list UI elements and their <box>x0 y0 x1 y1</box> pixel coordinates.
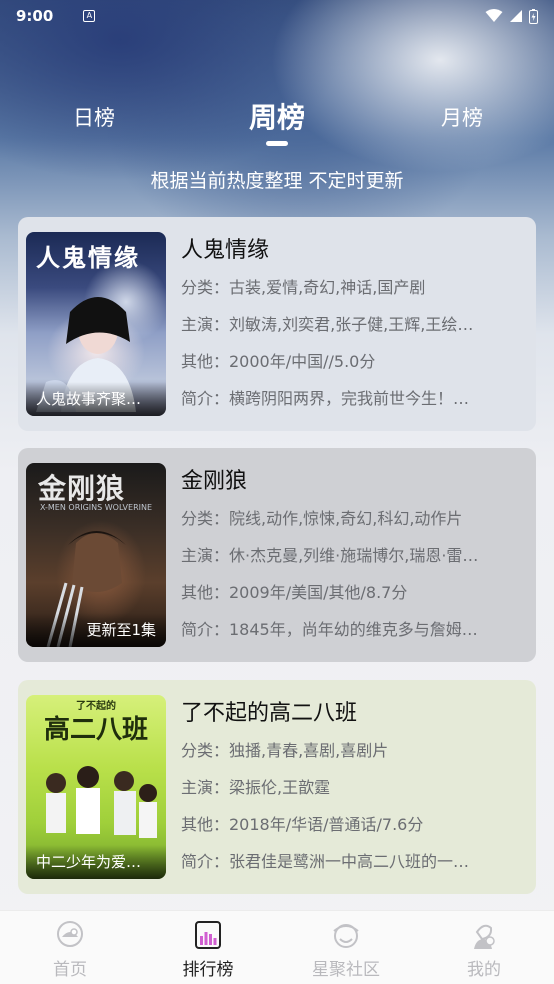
poster-subtitle: X-MEN ORIGINS WOLVERINE <box>39 503 153 512</box>
poster-title: 人鬼情缘 <box>36 243 140 272</box>
item-other: 其他：2009年/美国/其他/8.7分 <box>181 583 408 602</box>
item-intro: 简介：张君佳是鹭洲一中高二八班的一… <box>181 852 470 871</box>
ranking-card[interactable]: 了不起的 高二八班 中二少年为爱… 了不起的高二八班 分类：独播,青春,喜剧,喜… <box>18 680 536 894</box>
item-intro: 简介：1845年，尚年幼的维克多与詹姆… <box>181 620 478 639</box>
signal-icon <box>510 10 522 22</box>
ranking-subtitle: 根据当前热度整理 不定时更新 <box>150 170 404 192</box>
poster-caption: 中二少年为爱… <box>26 845 166 879</box>
status-time: 9:00 <box>16 7 54 25</box>
nav-community-label: 星聚社区 <box>312 960 380 980</box>
poster-image[interactable]: 金刚狼 X-MEN ORIGINS WOLVERINE 更新至1集 <box>26 463 166 647</box>
community-icon <box>333 924 359 948</box>
poster-title: 金刚狼 <box>38 472 126 505</box>
item-other: 其他：2000年/中国//5.0分 <box>181 352 376 371</box>
ranking-card[interactable]: 人鬼情缘 人鬼故事齐聚… 人鬼情缘 分类：古装,爱情,奇幻,神话,国产剧 主演：… <box>18 217 536 431</box>
item-category: 分类：院线,动作,惊悚,奇幻,科幻,动作片 <box>181 509 463 528</box>
nav-home[interactable]: 首页 <box>10 919 130 980</box>
status-bar: 9:00 A <box>0 0 554 32</box>
item-cast: 主演：刘敏涛,刘奕君,张子健,王辉,王绘… <box>181 315 474 334</box>
poster-image[interactable]: 了不起的 高二八班 中二少年为爱… <box>26 695 166 879</box>
ranking-card[interactable]: 金刚狼 X-MEN ORIGINS WOLVERINE 更新至1集 金刚狼 分类… <box>18 448 536 662</box>
poster-title: 高二八班 <box>43 715 148 745</box>
tab-weekly[interactable]: 周榜 <box>227 96 327 136</box>
nav-profile[interactable]: 我的 <box>424 919 544 980</box>
item-title[interactable]: 人鬼情缘 <box>181 233 521 269</box>
battery-icon <box>529 8 538 24</box>
item-info: 人鬼情缘 分类：古装,爱情,奇幻,神话,国产剧 主演：刘敏涛,刘奕君,张子健,王… <box>181 233 521 417</box>
poster-image[interactable]: 人鬼情缘 人鬼故事齐聚… <box>26 232 166 416</box>
tab-monthly[interactable]: 月榜 <box>420 102 504 132</box>
bottom-navigation: 首页 排行榜 星聚社区 我的 <box>0 910 554 984</box>
item-info: 金刚狼 分类：院线,动作,惊悚,奇幻,科幻,动作片 主演：休·杰克曼,列维·施瑞… <box>181 464 521 648</box>
item-title[interactable]: 了不起的高二八班 <box>181 696 521 732</box>
item-category: 分类：独播,青春,喜剧,喜剧片 <box>181 741 389 760</box>
wifi-icon <box>485 9 503 22</box>
item-cast: 主演：休·杰克曼,列维·施瑞博尔,瑞恩·雷… <box>181 546 479 565</box>
item-intro: 简介：横跨阴阳两界，完我前世今生！… <box>181 389 470 408</box>
poster-caption: 人鬼故事齐聚… <box>26 382 166 416</box>
nav-ranking-label: 排行榜 <box>182 960 234 980</box>
ranking-icon <box>195 921 221 949</box>
nav-profile-label: 我的 <box>467 960 501 980</box>
item-cast: 主演：梁振伦,王歆霆 <box>181 778 331 797</box>
profile-icon <box>474 924 495 949</box>
item-title[interactable]: 金刚狼 <box>181 464 521 500</box>
item-category: 分类：古装,爱情,奇幻,神话,国产剧 <box>181 278 426 297</box>
home-icon <box>57 921 83 947</box>
tab-daily[interactable]: 日榜 <box>52 102 136 132</box>
ranking-tabs: 日榜 周榜 月榜 <box>0 96 554 146</box>
item-info: 了不起的高二八班 分类：独播,青春,喜剧,喜剧片 主演：梁振伦,王歆霆 其他：2… <box>181 696 521 880</box>
item-other: 其他：2018年/华语/普通话/7.6分 <box>181 815 424 834</box>
status-icons <box>485 8 538 24</box>
nav-ranking[interactable]: 排行榜 <box>148 919 268 980</box>
active-tab-indicator <box>266 141 288 146</box>
nav-home-label: 首页 <box>53 960 87 980</box>
notification-icon: A <box>83 10 96 22</box>
poster-caption: 更新至1集 <box>26 613 166 647</box>
nav-community[interactable]: 星聚社区 <box>286 919 406 980</box>
